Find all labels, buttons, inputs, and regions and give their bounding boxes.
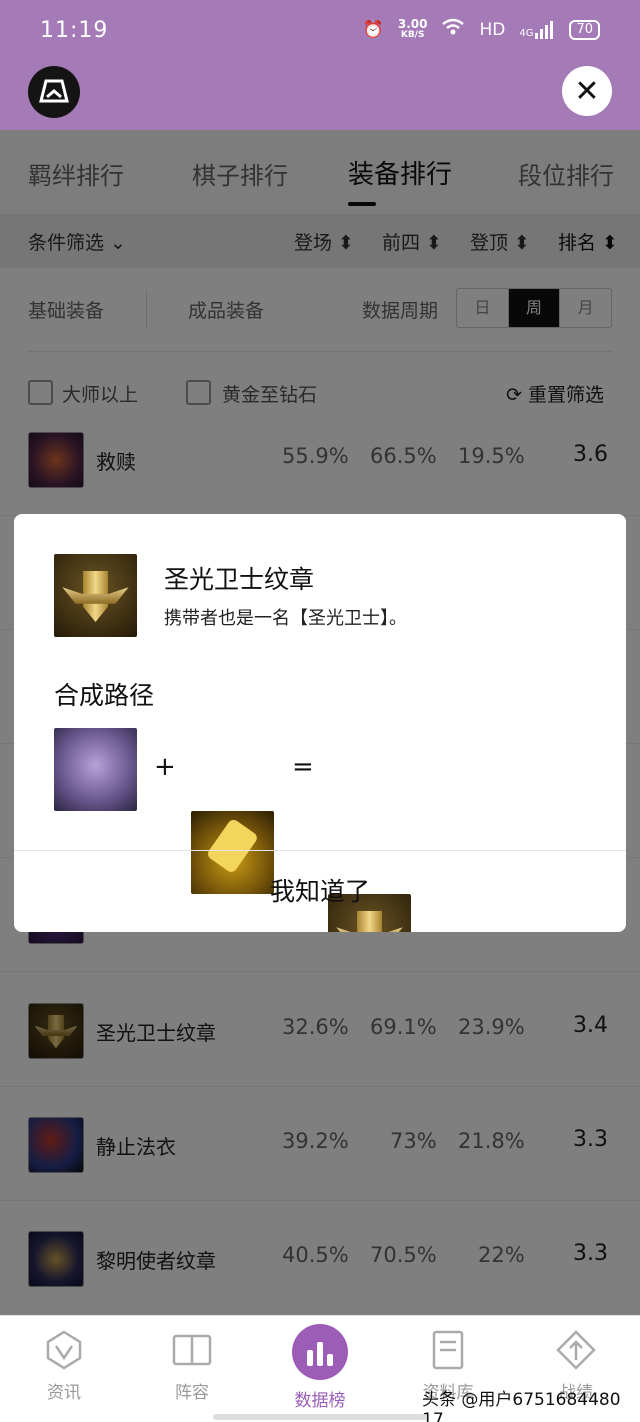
hd-badge: HD — [479, 19, 506, 40]
nav-lineup[interactable]: 阵容 — [142, 1328, 242, 1403]
watermark: 头条 @用户6751684480 17 — [422, 1390, 621, 1422]
app-bar: ✕ — [0, 62, 640, 130]
plus-sign: + — [154, 752, 176, 782]
close-icon[interactable]: ✕ — [562, 66, 612, 116]
alarm-icon: ⏰ — [362, 19, 384, 40]
equals-sign: = — [292, 752, 314, 782]
battery-icon: 70 — [569, 19, 600, 40]
recipe-heading: 合成路径 — [54, 681, 155, 710]
nav-news[interactable]: 资讯 — [14, 1328, 114, 1403]
nav-data-rankings[interactable]: 数据榜 — [270, 1324, 370, 1411]
modal-description: 携带者也是一名【圣光卫士】。 — [164, 608, 407, 629]
app-logo-icon — [28, 66, 80, 118]
home-indicator[interactable] — [213, 1414, 427, 1420]
wifi-icon — [441, 18, 465, 41]
network-speed: 3.00 KB/S — [397, 16, 428, 40]
news-icon — [42, 1328, 86, 1372]
bar-chart-icon — [292, 1324, 348, 1380]
status-time: 11:19 — [40, 18, 109, 43]
signal-icon: 4G — [519, 20, 555, 39]
library-icon — [426, 1328, 470, 1372]
got-it-button[interactable]: 我知道了 — [14, 851, 626, 932]
status-bar: 11:19 ⏰ 3.00 KB/S HD 4G 70 — [0, 0, 640, 62]
emblem-icon — [54, 554, 137, 637]
book-icon — [170, 1328, 214, 1372]
negatron-cloak-icon — [54, 728, 137, 811]
trophy-icon — [554, 1328, 598, 1372]
item-detail-modal: 圣光卫士纹章 携带者也是一名【圣光卫士】。 合成路径 + = 我知道了 — [14, 514, 626, 932]
modal-title: 圣光卫士纹章 — [164, 565, 315, 594]
